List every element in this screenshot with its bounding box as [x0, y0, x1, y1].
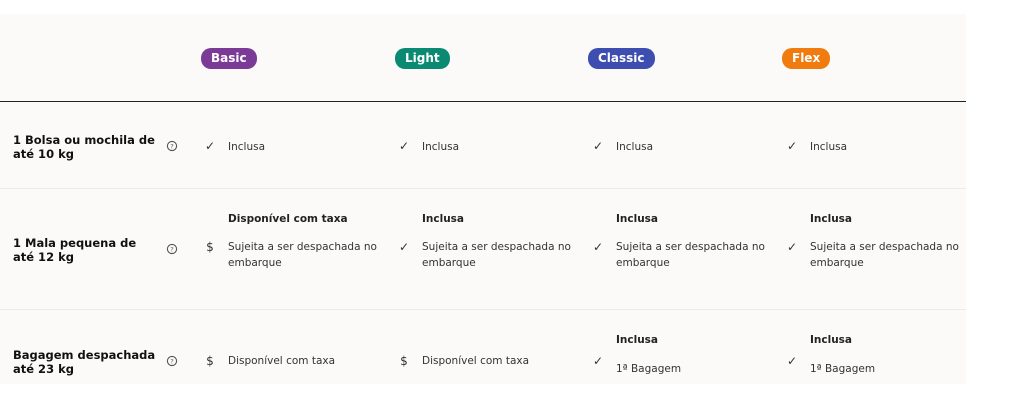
row-label: 1 Bolsa ou mochila de até 10 kg: [13, 133, 155, 161]
question-circle-icon[interactable]: ?: [166, 243, 178, 255]
svg-text:?: ?: [170, 142, 173, 150]
table-row-bolsa: 1 Bolsa ou mochila de até 10 kg ? ✓ Incl…: [0, 102, 966, 188]
cell-text: Sujeita a ser despachada no embarque: [228, 241, 377, 269]
check-icon: ✓: [592, 354, 604, 368]
cell-text: 1ª Bagagem: [616, 363, 682, 375]
cell-title: Inclusa: [616, 213, 659, 225]
table-row-bagagem: Bagagem despachada até 23 kg ? $ Disponí…: [0, 310, 966, 384]
cell-text: Inclusa: [616, 141, 654, 153]
cell-text: Sujeita a ser despachada no embarque: [616, 241, 765, 269]
question-circle-icon[interactable]: ?: [166, 355, 178, 367]
check-icon: ✓: [786, 354, 798, 368]
cell-text: Inclusa: [810, 141, 848, 153]
cell-title: Inclusa: [810, 213, 853, 225]
plan-badge-flex: Flex: [782, 48, 831, 69]
question-circle-icon[interactable]: ?: [166, 140, 178, 152]
check-icon: ✓: [592, 139, 604, 153]
cell-text: Inclusa: [422, 141, 460, 153]
check-icon: ✓: [204, 139, 216, 153]
plan-badge-basic: Basic: [201, 48, 257, 69]
row-label: Bagagem despachada até 23 kg: [13, 348, 156, 376]
cell-text: Sujeita a ser despachada no embarque: [810, 241, 959, 269]
cell-title: Inclusa: [616, 334, 659, 346]
svg-text:?: ?: [170, 245, 173, 253]
plans-header: Basic Light Classic Flex: [0, 14, 966, 102]
svg-text:?: ?: [170, 357, 173, 365]
cell-title: Inclusa: [422, 213, 465, 225]
check-icon: ✓: [786, 240, 798, 254]
cell-text: Inclusa: [228, 141, 266, 153]
cell-title: Disponível com taxa: [228, 213, 348, 225]
fare-comparison-table: Basic Light Classic Flex 1 Bolsa ou moch…: [0, 14, 966, 384]
table-row-mala: 1 Mala pequena de até 12 kg ? Disponível…: [0, 189, 966, 309]
plan-badge-light: Light: [395, 48, 450, 69]
dollar-icon: $: [400, 354, 408, 368]
cell-text: Sujeita a ser despachada no embarque: [422, 241, 571, 269]
cell-title: Inclusa: [810, 334, 853, 346]
row-label: 1 Mala pequena de até 12 kg: [13, 236, 137, 264]
check-icon: ✓: [398, 240, 410, 254]
cell-text: Disponível com taxa: [228, 355, 336, 367]
dollar-icon: $: [206, 240, 214, 254]
check-icon: ✓: [786, 139, 798, 153]
cell-text: Disponível com taxa: [422, 355, 530, 367]
check-icon: ✓: [398, 139, 410, 153]
cell-text: 1ª Bagagem: [810, 363, 876, 375]
plan-badge-classic: Classic: [588, 48, 655, 69]
check-icon: ✓: [592, 240, 604, 254]
dollar-icon: $: [206, 354, 214, 368]
